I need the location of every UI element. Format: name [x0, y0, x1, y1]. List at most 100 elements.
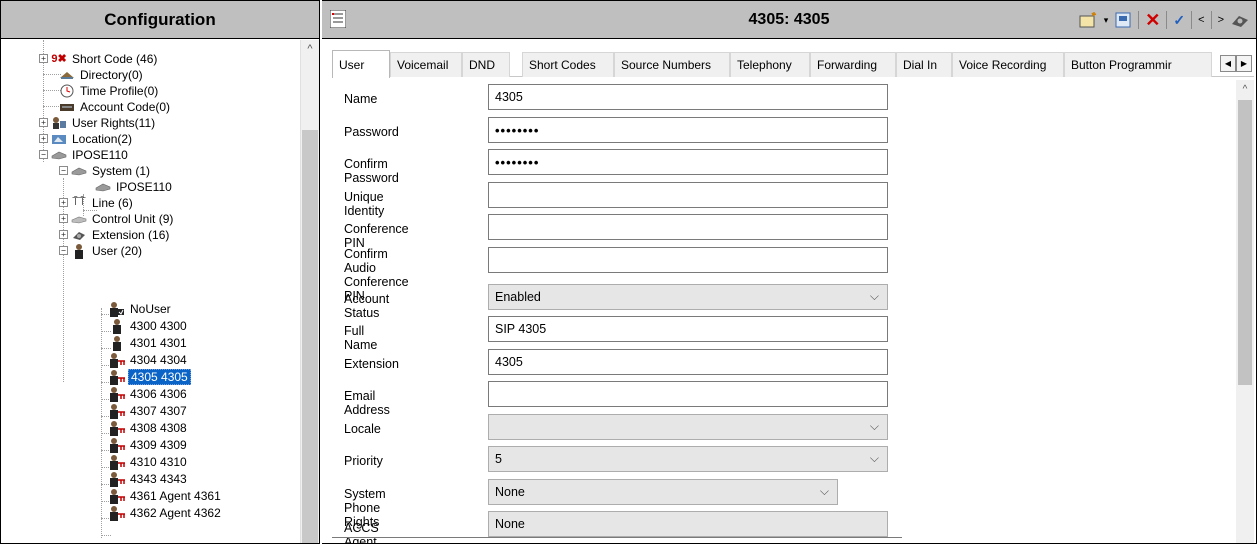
tree-item-extension[interactable]: + Extension (16) [59, 226, 171, 243]
toolbar-separator [1210, 11, 1212, 29]
confirm-audio-pin-field[interactable] [488, 247, 888, 273]
tree-scrollbar-thumb[interactable] [302, 130, 318, 543]
tab-voice-recording[interactable]: Voice Recording [952, 52, 1064, 77]
expand-icon[interactable]: + [39, 54, 48, 63]
scroll-up-arrow-icon[interactable]: ^ [1236, 80, 1254, 100]
tree-item-user-4310[interactable]: 4310 4310 [109, 453, 189, 470]
tab-dnd[interactable]: DND [462, 52, 510, 77]
export-icon[interactable] [1114, 10, 1132, 30]
expand-icon[interactable]: + [39, 134, 48, 143]
expand-icon[interactable]: + [59, 230, 68, 239]
tab-scroll-left-icon[interactable]: ◀ [1220, 55, 1236, 72]
tree-item-user-4308[interactable]: 4308 4308 [109, 419, 189, 436]
sip-user-icon [109, 505, 125, 521]
tree-item-system-ipose110[interactable]: IPOSE110 [95, 178, 174, 195]
locale-select[interactable]: ⌵ [488, 414, 888, 440]
user-details-pane: 4305: 4305 ▾ ✕ ✓ < > User Voicemail DND … [322, 0, 1257, 544]
clock-icon [59, 84, 75, 97]
tab-forwarding[interactable]: Forwarding [810, 52, 896, 77]
accs-agent-type-field: None [488, 511, 888, 537]
sip-user-icon [109, 369, 125, 385]
tree-item-user-4305[interactable]: 4305 4305 [109, 368, 191, 385]
tab-telephony[interactable]: Telephony [730, 52, 810, 77]
confirm-audio-pin-label-line1: Confirm Audio [344, 247, 388, 275]
directory-icon [59, 68, 75, 81]
collapse-icon[interactable]: − [59, 246, 68, 255]
password-label: Password [344, 125, 399, 139]
name-field[interactable]: 4305 [488, 84, 888, 110]
tab-user[interactable]: User [332, 50, 390, 78]
tree-item-control-unit[interactable]: + Control Unit (9) [59, 210, 175, 227]
ok-check-icon[interactable]: ✓ [1173, 10, 1185, 30]
phone-icon[interactable] [1230, 10, 1250, 30]
tree-item-label-selected: 4305 4305 [128, 368, 191, 385]
tab-source-numbers[interactable]: Source Numbers [614, 52, 730, 77]
account-status-select[interactable]: Enabled ⌵ [488, 284, 888, 310]
toolbar-separator [1166, 11, 1168, 29]
configuration-tree-pane: Configuration + 9✖ Short Code (46) Direc… [0, 0, 320, 544]
tree-item-label: Extension (16) [92, 227, 170, 242]
expand-icon[interactable]: + [59, 214, 68, 223]
tree-item-time-profile[interactable]: Time Profile(0) [59, 82, 160, 99]
tree-item-line[interactable]: + ⍑⍑ Line (6) [59, 194, 135, 211]
tree-item-location[interactable]: + Location(2) [39, 130, 134, 147]
tree-item-user-4306[interactable]: 4306 4306 [109, 385, 189, 402]
tab-button-programming[interactable]: Button Programmir [1064, 52, 1212, 77]
unique-identity-field[interactable] [488, 182, 888, 208]
previous-icon[interactable]: < [1198, 10, 1204, 30]
tree-item-user-4301[interactable]: 4301 4301 [109, 334, 189, 351]
tab-scroll-right-icon[interactable]: ▶ [1236, 55, 1252, 72]
tree-item-label: IPOSE110 [116, 179, 172, 194]
sip-user-icon [109, 471, 125, 487]
tree-item-user-4343[interactable]: 4343 4343 [109, 470, 189, 487]
tree-item-label: User (20) [92, 243, 143, 258]
priority-select[interactable]: 5 ⌵ [488, 446, 888, 472]
tree-item-label: 4362 Agent 4362 [130, 505, 221, 520]
tab-dial-in[interactable]: Dial In [896, 52, 952, 77]
tree-item-system[interactable]: − System (1) [59, 162, 152, 179]
conference-pin-field[interactable] [488, 214, 888, 240]
tree-item-label: 4306 4306 [130, 386, 187, 401]
tree-item-user[interactable]: − User (20) [59, 242, 144, 259]
dropdown-arrow-icon[interactable]: ▾ [1104, 10, 1109, 30]
extension-field[interactable]: 4305 [488, 349, 888, 375]
tree-scrollbar[interactable]: ^ [300, 40, 319, 543]
tree-item-account-code[interactable]: Account Code(0) [59, 98, 172, 115]
tree-item-user-4300[interactable]: 4300 4300 [109, 317, 189, 334]
tree-item-user-4361[interactable]: 4361 Agent 4361 [109, 487, 223, 504]
tab-short-codes[interactable]: Short Codes [522, 52, 614, 77]
tree-item-user-4362[interactable]: 4362 Agent 4362 [109, 504, 223, 521]
delete-icon[interactable]: ✕ [1145, 10, 1160, 30]
tab-scroll-arrows: ◀ ▶ [1220, 55, 1252, 72]
user-form: Name 4305 Password •••••••• Confirm Pass… [332, 79, 1232, 544]
tab-voicemail[interactable]: Voicemail [390, 52, 462, 77]
new-record-icon[interactable] [1078, 10, 1098, 30]
full-name-field[interactable]: SIP 4305 [488, 316, 888, 342]
details-scrollbar-thumb[interactable] [1238, 100, 1252, 385]
collapse-icon[interactable]: − [59, 166, 68, 175]
tree-item-user-rights[interactable]: + User Rights(11) [39, 114, 157, 131]
name-label: Name [344, 92, 378, 106]
confirm-password-field[interactable]: •••••••• [488, 149, 888, 175]
scroll-up-arrow-icon[interactable]: ^ [301, 40, 319, 58]
next-icon[interactable]: > [1218, 10, 1224, 30]
tree-item-directory[interactable]: Directory(0) [59, 66, 145, 83]
tree-item-user-4304[interactable]: 4304 4304 [109, 351, 189, 368]
accs-agent-type-label: ACCS Agent Type [344, 521, 379, 544]
tree-item-ipose110-root[interactable]: − IPOSE110 [39, 146, 130, 163]
details-scrollbar[interactable]: ^ [1236, 80, 1254, 543]
tree-item-label: Account Code(0) [80, 99, 171, 114]
tree-item-label: System (1) [92, 163, 151, 178]
collapse-icon[interactable]: − [39, 150, 48, 159]
expand-icon[interactable]: + [39, 118, 48, 127]
tree-item-nouser[interactable]: NoUser [109, 300, 173, 317]
tree-item-user-4307[interactable]: 4307 4307 [109, 402, 189, 419]
tree-item-short-code[interactable]: + 9✖ Short Code (46) [39, 50, 159, 67]
system-phone-rights-select[interactable]: None ⌵ [488, 479, 838, 505]
conference-pin-label: Conference PIN [344, 222, 409, 250]
password-field[interactable]: •••••••• [488, 117, 888, 143]
tree-item-user-4309[interactable]: 4309 4309 [109, 436, 189, 453]
email-field[interactable] [488, 381, 888, 407]
chevron-down-icon: ⌵ [869, 419, 879, 433]
expand-icon[interactable]: + [59, 198, 68, 207]
